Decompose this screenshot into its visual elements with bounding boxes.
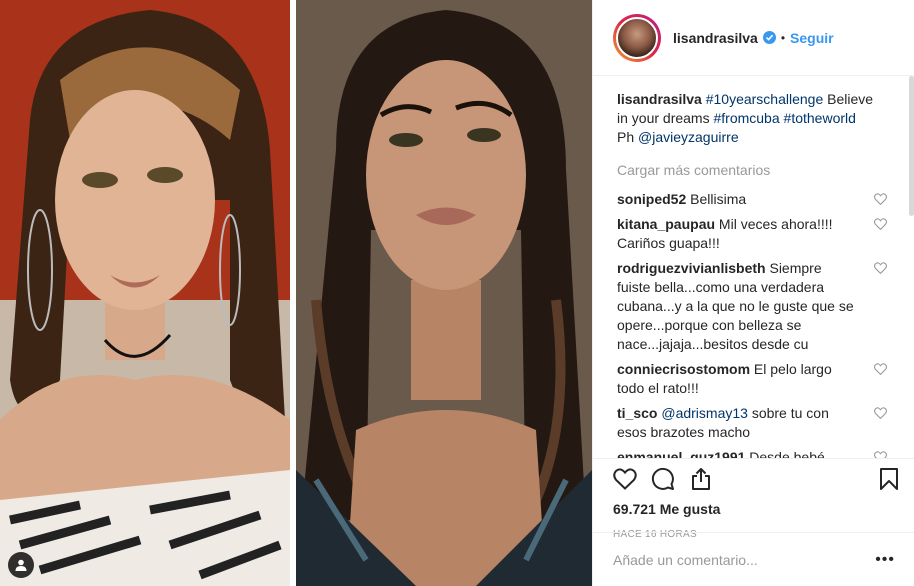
hashtag-link[interactable]: #10yearschallenge: [706, 91, 824, 107]
avatar[interactable]: [613, 13, 661, 62]
more-options-button[interactable]: •••: [875, 551, 895, 569]
post-media[interactable]: [0, 0, 592, 586]
hashtag-link[interactable]: #fromcuba: [713, 110, 779, 126]
post-actions: 69.721 Me gusta HACE 16 HORAS: [593, 458, 914, 540]
comment-item: soniped52 Bellisima: [617, 190, 887, 209]
comment-item: rodriguezvivianlisbeth Siempre fuiste be…: [617, 259, 887, 354]
caption-text: Ph: [617, 129, 639, 145]
post-header: lisandrasilva • Seguir: [593, 0, 914, 76]
add-comment-bar: •••: [593, 532, 914, 586]
heart-outline-icon[interactable]: [874, 451, 887, 458]
comment-item: conniecrisostomom El pelo largo todo el …: [617, 360, 887, 398]
share-button[interactable]: [689, 467, 713, 491]
separator-dot: •: [780, 30, 786, 45]
heart-outline-icon[interactable]: [874, 363, 887, 375]
comment-username[interactable]: ti_sco: [617, 405, 657, 421]
comment-button[interactable]: [651, 467, 675, 491]
load-more-comments-button[interactable]: Cargar más comentarios: [617, 161, 887, 180]
heart-outline-icon: [613, 468, 637, 490]
heart-outline-icon[interactable]: [874, 407, 887, 419]
comment-username[interactable]: enmanuel_guz1991: [617, 449, 745, 458]
mention-link[interactable]: @adrismay13: [661, 405, 748, 421]
avatar-image: [616, 16, 658, 59]
share-icon: [692, 468, 710, 490]
comment-text: Bellisima: [690, 191, 747, 207]
comments-list: lisandrasilva #10yearschallenge Believe …: [593, 78, 911, 458]
photo-before-illustration: [0, 0, 290, 586]
likes-count[interactable]: 69.721 Me gusta: [613, 501, 899, 517]
verified-badge-icon: [762, 31, 776, 44]
save-button[interactable]: [879, 467, 899, 491]
photo-before: [0, 0, 290, 586]
user-tag-icon: [15, 559, 27, 571]
comment-username[interactable]: rodriguezvivianlisbeth: [617, 260, 766, 276]
comment-username[interactable]: kitana_paupau: [617, 216, 715, 232]
tag-people-button[interactable]: [8, 552, 34, 578]
post-caption: lisandrasilva #10yearschallenge Believe …: [617, 90, 887, 147]
comment-username[interactable]: soniped52: [617, 191, 686, 207]
comment-item: enmanuel_guz1991 Desde bebé , eres bella…: [617, 448, 887, 458]
caption-username[interactable]: lisandrasilva: [617, 91, 702, 107]
follow-button[interactable]: Seguir: [790, 30, 834, 46]
photo-after-illustration: [296, 0, 592, 586]
heart-outline-icon[interactable]: [874, 262, 887, 274]
post-details-panel: lisandrasilva • Seguir lisandrasilva #10…: [592, 0, 914, 586]
hashtag-link[interactable]: #totheworld: [784, 110, 856, 126]
like-button[interactable]: [613, 468, 637, 490]
header-username[interactable]: lisandrasilva: [673, 30, 758, 46]
mention-link[interactable]: @javieyzaguirre: [638, 129, 739, 145]
heart-outline-icon[interactable]: [874, 193, 887, 205]
heart-outline-icon[interactable]: [874, 218, 887, 230]
comment-username[interactable]: conniecrisostomom: [617, 361, 750, 377]
comment-input[interactable]: [613, 551, 873, 568]
comment-item: kitana_paupau Mil veces ahora!!!! Cariño…: [617, 215, 887, 253]
bookmark-icon: [880, 468, 898, 490]
comment-item: ti_sco @adrismay13 sobre tu con esos bra…: [617, 404, 887, 442]
action-icons-row: [613, 459, 899, 499]
speech-bubble-icon: [651, 467, 674, 490]
photo-after: [296, 0, 592, 586]
